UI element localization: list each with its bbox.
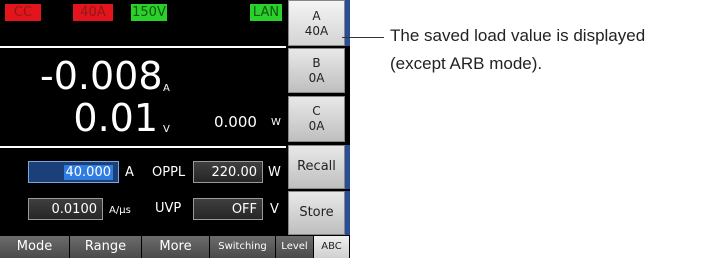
callout-line-1: The saved load value is displayed — [390, 26, 646, 45]
uvp-field[interactable]: OFF — [193, 198, 263, 220]
recall-button-label: Recall — [297, 159, 336, 174]
level-key[interactable]: Level — [276, 236, 314, 258]
softkey-memory-b-value: 0A — [308, 71, 325, 85]
current-setting-value: 40.000 — [63, 165, 113, 180]
current-setting-field[interactable]: 40.000 — [28, 161, 119, 183]
softkey-memory-b-label: B — [312, 56, 321, 70]
uvp-label: UVP — [155, 201, 182, 216]
recall-button[interactable]: Recall — [288, 145, 345, 189]
divider-top — [0, 46, 286, 48]
voltage-reading-unit: V — [163, 124, 170, 135]
softkey-memory-c-label: C — [312, 104, 321, 118]
range-key[interactable]: Range — [70, 236, 142, 258]
power-reading: 0.000 — [214, 113, 257, 131]
voltage-reading: 0.01 — [73, 96, 158, 140]
softkey-memory-a-value: 40A — [304, 24, 329, 38]
uvp-unit: V — [270, 202, 279, 217]
oppl-field[interactable]: 220.00 — [193, 161, 263, 183]
mode-indicator: CC — [5, 4, 41, 21]
oppl-label: OPPL — [152, 165, 186, 180]
mode-key[interactable]: Mode — [0, 236, 70, 258]
softkey-memory-b[interactable]: B 0A — [288, 48, 345, 93]
instrument-screen: CC 40A 150V LAN -0.008 A 0.01 V 0.000 W … — [0, 0, 350, 258]
abc-key[interactable]: ABC — [314, 236, 350, 258]
slew-rate-field[interactable]: 0.0100 — [28, 198, 103, 220]
callout-leader-line — [342, 37, 384, 38]
softkey-edge-store — [345, 191, 350, 235]
current-setting-unit: A — [125, 165, 134, 180]
current-reading: -0.008 — [40, 54, 163, 98]
oppl-unit: W — [268, 165, 281, 180]
store-button-label: Store — [299, 205, 334, 220]
softkey-memory-a[interactable]: A 40A — [288, 0, 345, 46]
softkey-edge-recall — [345, 145, 350, 189]
store-button[interactable]: Store — [288, 191, 345, 235]
softkey-edge-a — [345, 0, 350, 46]
lan-indicator: LAN — [250, 4, 282, 21]
voltage-range-indicator: 150V — [131, 4, 167, 21]
callout-line-2: (except ARB mode). — [390, 54, 543, 73]
current-reading-unit: A — [163, 83, 170, 94]
callout-annotation: The saved load value is displayed (excep… — [390, 22, 645, 78]
switching-key[interactable]: Switching — [210, 236, 276, 258]
current-range-indicator: 40A — [73, 4, 113, 21]
slew-rate-unit: A/µs — [109, 205, 131, 216]
softkey-memory-c-value: 0A — [308, 119, 325, 133]
softkey-memory-a-label: A — [312, 9, 321, 23]
softkey-memory-c[interactable]: C 0A — [288, 96, 345, 142]
divider-bottom — [0, 146, 286, 148]
more-key[interactable]: More — [142, 236, 210, 258]
status-bar: CC 40A 150V LAN — [0, 0, 286, 34]
power-reading-unit: W — [271, 117, 281, 128]
